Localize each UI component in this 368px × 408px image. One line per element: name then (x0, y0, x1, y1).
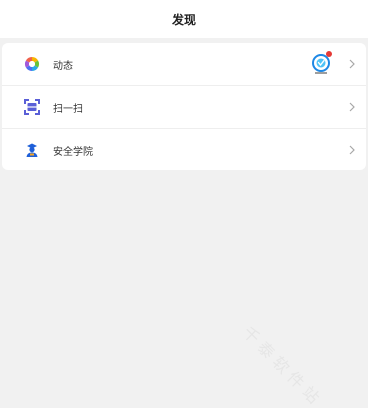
top-header: 发现 (0, 0, 368, 38)
moments-icon (25, 57, 39, 71)
chevron-right-icon (349, 145, 355, 155)
menu-item-label: 安全学院 (53, 146, 93, 158)
page-title: 发现 (171, 12, 196, 27)
security-academy-icon (26, 143, 38, 157)
menu-item-label: 扫一扫 (53, 103, 83, 115)
discover-menu: 动态 扫一扫 安全学院 (2, 43, 366, 170)
menu-item-moments[interactable]: 动态 (2, 43, 366, 85)
menu-item-label: 动态 (53, 60, 73, 72)
watermark: 千 泰 软 件 站 (238, 322, 324, 408)
chevron-right-icon (349, 102, 355, 112)
scan-icon (24, 99, 40, 115)
moments-avatar-badge (310, 51, 332, 75)
menu-item-scan[interactable]: 扫一扫 (2, 85, 366, 128)
chevron-right-icon (349, 59, 355, 69)
notification-dot (326, 51, 332, 57)
menu-item-security-academy[interactable]: 安全学院 (2, 128, 366, 170)
